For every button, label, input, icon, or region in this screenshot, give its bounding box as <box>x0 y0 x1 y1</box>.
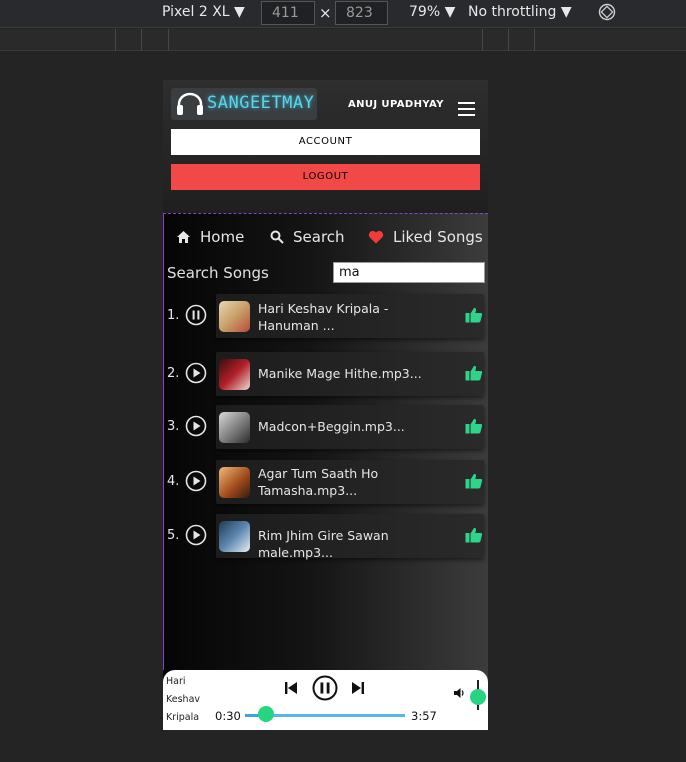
next-track-icon[interactable] <box>351 681 365 695</box>
song-number: 5. <box>167 528 180 543</box>
now-playing-title: Hari Keshav Kripala <box>166 676 201 723</box>
home-icon <box>177 231 190 243</box>
song-title: Hari Keshav Kripala - Hanuman ... <box>258 301 389 333</box>
thumbs-up-icon[interactable] <box>465 365 483 381</box>
music-player: Hari Keshav Kripala 0:30 3:57 <box>163 670 488 730</box>
song-thumbnail <box>219 467 250 498</box>
device-select[interactable]: Pixel 2 XL ▼ <box>162 4 245 20</box>
nav-search[interactable]: Search <box>270 226 345 248</box>
song-thumbnail <box>219 359 250 390</box>
song-row[interactable]: 1. Hari Keshav Kripala - Hanuman ... <box>164 294 485 338</box>
song-row[interactable]: 5. Rim Jhim Gire Sawan male.mp3... <box>164 514 485 560</box>
zoom-select[interactable]: 79% ▼ <box>409 4 455 20</box>
device-viewport: SANGEETMAY ANUJ UPADHYAY ACCOUNT LOGOUT … <box>163 80 488 730</box>
song-number: 4. <box>167 474 180 489</box>
app-header: SANGEETMAY ANUJ UPADHYAY ACCOUNT LOGOUT <box>163 80 488 213</box>
current-time: 0:30 <box>215 709 241 723</box>
search-input[interactable] <box>333 262 485 283</box>
media-query-ruler <box>0 29 686 51</box>
total-time: 3:57 <box>411 709 437 723</box>
account-button[interactable]: ACCOUNT <box>171 129 480 155</box>
song-thumbnail <box>219 301 250 332</box>
height-field[interactable]: 823 <box>335 1 388 25</box>
song-title: Rim Jhim Gire Sawan male.mp3... <box>258 528 389 560</box>
nav-liked-songs[interactable]: Liked Songs <box>368 226 483 248</box>
nav-liked-label: Liked Songs <box>393 228 483 246</box>
volume-icon[interactable] <box>453 687 465 699</box>
main-content: Home Search Liked Songs Search Songs 1. … <box>163 213 488 670</box>
song-thumbnail <box>219 521 250 552</box>
pause-icon[interactable] <box>185 304 207 326</box>
rotate-icon[interactable] <box>598 3 616 25</box>
song-row[interactable]: 3. Madcon+Beggin.mp3... <box>164 405 485 449</box>
search-songs-label: Search Songs <box>167 264 269 282</box>
play-icon[interactable] <box>185 470 207 492</box>
volume-knob[interactable] <box>470 689 486 705</box>
heart-icon <box>368 230 384 244</box>
song-title: Madcon+Beggin.mp3... <box>258 419 405 434</box>
throttle-select[interactable]: No throttling ▼ <box>468 4 572 20</box>
nav-home-label: Home <box>200 228 245 246</box>
play-icon[interactable] <box>185 415 207 437</box>
logo-text: SANGEETMAY <box>207 93 315 113</box>
song-number: 2. <box>167 366 180 381</box>
main-nav: Home Search Liked Songs <box>164 226 488 248</box>
previous-track-icon[interactable] <box>284 681 298 695</box>
song-row[interactable]: 4. Agar Tum Saath Ho Tamasha.mp3... <box>164 460 485 504</box>
progress-knob[interactable] <box>257 706 274 722</box>
nav-home[interactable]: Home <box>176 226 244 248</box>
devtools-toolbar: Pixel 2 XL ▼ 411 × 823 79% ▼ No throttli… <box>0 0 686 28</box>
dimension-separator: × <box>319 4 332 22</box>
app-logo[interactable]: SANGEETMAY <box>171 88 317 120</box>
width-field[interactable]: 411 <box>261 1 315 25</box>
username: ANUJ UPADHYAY <box>348 99 444 110</box>
thumbs-up-icon[interactable] <box>465 307 483 323</box>
thumbs-up-icon[interactable] <box>465 418 483 434</box>
thumbs-up-icon[interactable] <box>465 473 483 489</box>
headphones-icon <box>177 92 203 115</box>
song-number: 3. <box>167 419 180 434</box>
song-thumbnail <box>219 412 250 443</box>
logout-button[interactable]: LOGOUT <box>171 164 480 190</box>
song-number: 1. <box>167 308 180 323</box>
search-icon <box>270 230 284 244</box>
hamburger-menu-icon[interactable] <box>458 102 475 116</box>
song-title: Manike Mage Hithe.mp3... <box>258 366 422 381</box>
play-icon[interactable] <box>185 524 207 546</box>
song-row[interactable]: 2. Manike Mage Hithe.mp3... <box>164 352 485 396</box>
thumbs-up-icon[interactable] <box>465 527 483 543</box>
nav-search-label: Search <box>293 228 345 246</box>
song-title: Agar Tum Saath Ho Tamasha.mp3... <box>258 466 379 498</box>
play-icon[interactable] <box>185 362 207 384</box>
pause-icon[interactable] <box>312 675 338 701</box>
